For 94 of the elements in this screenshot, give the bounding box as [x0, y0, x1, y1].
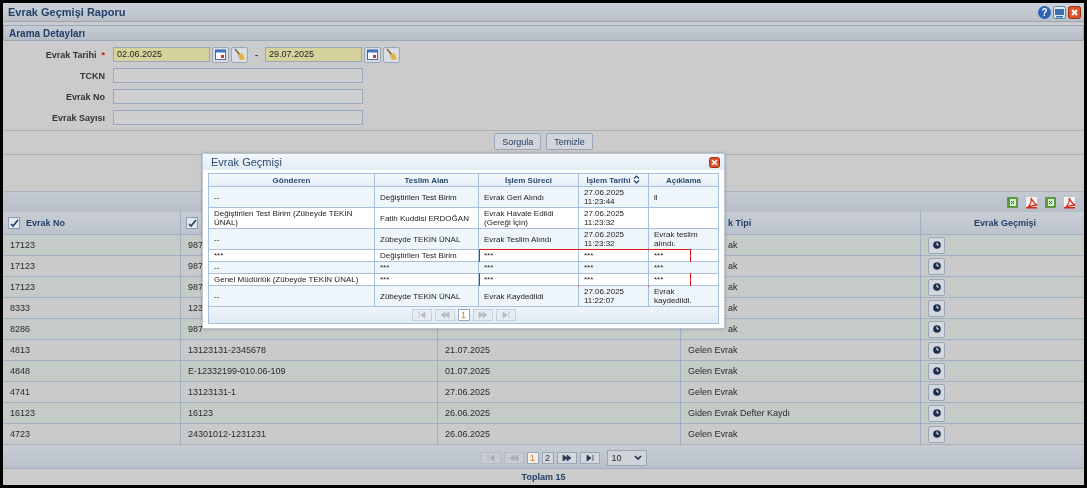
cell-text: 26.06.2025: [445, 408, 491, 418]
cell-text: 8333: [10, 303, 31, 313]
cell-text: --: [214, 291, 220, 301]
cell-text: --: [214, 234, 220, 244]
required-mark: *: [101, 49, 105, 60]
cell-text: Zübeyde TEKİN ÜNAL: [380, 291, 461, 301]
cell-text: 4813: [10, 345, 31, 355]
cell-text: 17123: [10, 282, 36, 292]
field-label: Evrak No: [65, 91, 105, 102]
cell-text: Evrak kaydedildi.: [654, 287, 692, 305]
cell-text: ***: [214, 251, 224, 260]
cell-text: Fatih Kuddisi ERDOĞAN: [380, 213, 469, 223]
header-label: Evrak No: [26, 218, 66, 228]
header-label: İşlem Süreci: [504, 175, 553, 185]
field-label: TCKN: [80, 70, 105, 81]
window-title: Evrak Geçmişi Raporu: [8, 6, 126, 18]
cell-text: Değiştirilen Test Birim (Zübeyde TEKİN ÜNAL): [214, 209, 353, 227]
total-count: Toplam 15: [521, 472, 566, 482]
cell-text: 16123: [10, 408, 36, 418]
cell-text: ***: [654, 251, 664, 260]
cell-text: 4848: [10, 366, 31, 376]
cell-text: E-12332199-010.06-109: [188, 366, 286, 376]
header-label: İşlem Tarihi: [586, 176, 631, 185]
header-label: Açıklama: [665, 175, 702, 185]
cell-text: Gelen Evrak: [688, 387, 738, 397]
header-label: Evrak Geçmişi: [973, 218, 1036, 228]
form-button[interactable]: Sorgula: [494, 133, 542, 150]
cell-text: Değiştirilen Test Birim: [380, 192, 457, 202]
date-field[interactable]: 02.06.2025: [113, 47, 210, 62]
cell-text: Evrak Geri Alındı: [484, 192, 545, 202]
cell-text: Değiştirilen Test Birim: [380, 251, 457, 260]
cell-text: Genel Müdürlük (Zübeyde TEKİN ÜNAL): [214, 275, 359, 284]
cell-text: ak: [728, 240, 738, 250]
cell-text: ll: [654, 192, 658, 202]
cell-text: 13123131-2345678: [188, 345, 267, 355]
cell-text: --: [214, 192, 220, 202]
cell-text: 8286: [10, 324, 31, 334]
cell-text: --: [214, 263, 220, 272]
field-label: Evrak Tarihi: [45, 49, 97, 60]
cell-text: Gelen Evrak: [688, 429, 738, 439]
date-field[interactable]: 29.07.2025: [265, 47, 362, 62]
cell-text: Evrak Kaydedildi: [484, 291, 544, 301]
cell-text: Evrak Teslim Alındı: [484, 234, 552, 244]
form-button[interactable]: Temizle: [546, 133, 593, 150]
cell-text: ***: [584, 251, 594, 260]
cell-text: Giden Evrak Defter Kaydı: [688, 408, 791, 418]
cell-text: Evrak teslim alındı.: [654, 230, 698, 248]
cell-text: 987: [188, 240, 204, 250]
cell-text: ***: [380, 263, 390, 272]
cell-text: 17123: [10, 261, 36, 271]
cell-text: 123: [188, 303, 204, 313]
cell-text: ak: [728, 261, 738, 271]
field-label: Evrak Sayısı: [51, 112, 105, 123]
cell-text: 24301012-1231231: [188, 429, 267, 439]
cell-text: 21.07.2025: [445, 345, 491, 355]
page-size-select[interactable]: 10: [606, 449, 647, 466]
range-separator: -: [254, 49, 259, 60]
cell-text: Zübeyde TEKİN ÜNAL: [380, 234, 461, 244]
cell-text: Gelen Evrak: [688, 345, 738, 355]
help-button[interactable]: ?: [1038, 5, 1051, 19]
cell-text: ***: [484, 251, 494, 260]
cell-text: 16123: [188, 408, 214, 418]
cell-text: 27.06.2025 11:23:44: [584, 188, 625, 206]
cell-text: ak: [728, 324, 738, 334]
cell-text: 17123: [10, 240, 36, 250]
page-button[interactable]: 2: [541, 451, 554, 464]
cell-text: ak: [728, 303, 738, 313]
cell-text: ***: [584, 275, 594, 284]
cell-text: 4723: [10, 429, 31, 439]
header-label: Teslim Alan: [404, 175, 449, 185]
cell-text: ***: [584, 263, 594, 272]
cell-text: ***: [654, 275, 664, 284]
cell-text: ***: [484, 275, 494, 284]
cell-text: 26.06.2025: [445, 429, 491, 439]
cell-text: 4741: [10, 387, 31, 397]
cell-text: 987: [188, 261, 204, 271]
cell-text: 13123131-1: [188, 387, 237, 397]
dialog-title: Evrak Geçmişi: [211, 156, 282, 168]
cell-text: Evrak Havale Edildi (Gereği İçin): [484, 209, 554, 227]
cell-text: 27.06.2025: [445, 387, 491, 397]
cell-text: 987: [188, 324, 204, 334]
cell-text: 987: [188, 282, 204, 292]
cell-text: ak: [728, 282, 738, 292]
cell-text: 27.06.2025 11:22:07: [584, 287, 625, 305]
header-label: Gönderen: [272, 175, 311, 185]
cell-text: Gelen Evrak: [688, 366, 738, 376]
cell-text: 01.07.2025: [445, 366, 491, 376]
cell-text: ***: [380, 275, 390, 284]
cell-text: ***: [654, 263, 664, 272]
header-label: k Tipi: [728, 218, 752, 228]
cell-text: 27.06.2025 11:23:32: [584, 209, 625, 227]
section-title: Arama Detayları: [9, 27, 86, 39]
cell-text: 27.06.2025 11:23:32: [584, 230, 625, 248]
cell-text: ***: [484, 263, 494, 272]
